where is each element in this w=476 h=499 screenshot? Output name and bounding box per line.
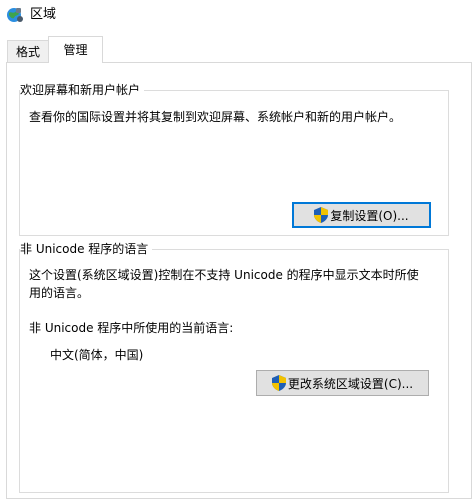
tab-format[interactable]: 格式 <box>7 40 49 62</box>
window-title: 区域 <box>30 7 57 22</box>
unicode-group: 非 Unicode 程序的语言 这个设置(系统区域设置)控制在不支持 Unico… <box>19 241 449 493</box>
unicode-description-line2: 用的语言。 <box>29 286 90 300</box>
manage-tab-panel: 欢迎屏幕和新用户帐户 查看你的国际设置并将其复制到欢迎屏幕、系统帐户和新的用户帐… <box>6 62 472 499</box>
change-system-locale-label: 更改系统区域设置(C)... <box>287 376 414 391</box>
current-language-value: 中文(简体，中国) <box>50 348 144 362</box>
current-language-label: 非 Unicode 程序中所使用的当前语言: <box>29 321 234 335</box>
change-system-locale-button[interactable]: 更改系统区域设置(C)... <box>256 370 429 396</box>
title-bar: 区域 <box>0 0 476 30</box>
unicode-group-legend: 非 Unicode 程序的语言 <box>20 241 153 257</box>
tab-manage[interactable]: 管理 <box>48 36 103 63</box>
copy-settings-label: 复制设置(O)... <box>330 208 409 223</box>
copy-settings-button[interactable]: 复制设置(O)... <box>292 202 431 228</box>
globe-icon <box>7 8 23 22</box>
welcome-group-legend: 欢迎屏幕和新用户帐户 <box>20 82 145 98</box>
uac-shield-icon <box>271 375 286 391</box>
welcome-description: 查看你的国际设置并将其复制到欢迎屏幕、系统帐户和新的用户帐户。 <box>29 110 402 124</box>
unicode-description-line1: 这个设置(系统区域设置)控制在不支持 Unicode 的程序中显示文本时所使 <box>29 268 419 282</box>
uac-shield-icon <box>314 207 329 223</box>
welcome-group: 欢迎屏幕和新用户帐户 查看你的国际设置并将其复制到欢迎屏幕、系统帐户和新的用户帐… <box>19 82 449 236</box>
